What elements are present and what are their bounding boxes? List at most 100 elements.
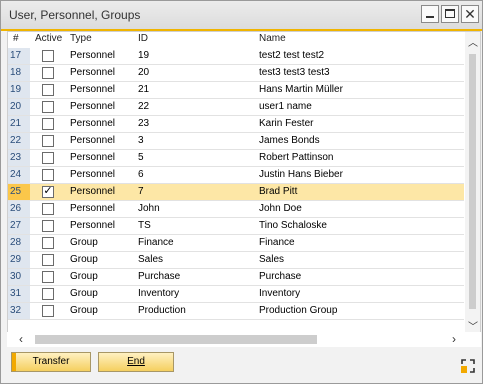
row-number[interactable]: 19 <box>8 82 30 98</box>
table-row[interactable]: 24 Personnel 6 Justin Hans Bieber <box>8 167 464 184</box>
id-cell[interactable]: Purchase <box>138 271 180 282</box>
name-cell[interactable]: Production Group <box>259 305 337 316</box>
row-number[interactable]: 25 <box>8 184 30 200</box>
horizontal-scroll-thumb[interactable] <box>35 335 317 344</box>
id-cell[interactable]: 22 <box>138 101 149 112</box>
id-cell[interactable]: 23 <box>138 118 149 129</box>
id-cell[interactable]: Sales <box>138 254 163 265</box>
table-row[interactable]: 23 Personnel 5 Robert Pattinson <box>8 150 464 167</box>
table-row[interactable]: 22 Personnel 3 James Bonds <box>8 133 464 150</box>
name-cell[interactable]: Purchase <box>259 271 301 282</box>
form-settings-icon[interactable] <box>461 359 475 373</box>
active-checkbox[interactable] <box>42 50 54 62</box>
active-checkbox[interactable] <box>42 288 54 300</box>
id-cell[interactable]: Inventory <box>138 288 179 299</box>
active-checkbox[interactable] <box>42 152 54 164</box>
vertical-scrollbar[interactable]: ︿ ﹀ <box>465 32 480 344</box>
table-row[interactable]: 30 Group Purchase Purchase <box>8 269 464 286</box>
table-row[interactable]: 31 Group Inventory Inventory <box>8 286 464 303</box>
table-row[interactable]: 28 Group Finance Finance <box>8 235 464 252</box>
name-cell[interactable]: user1 name <box>259 101 312 112</box>
scroll-up-icon[interactable]: ︿ <box>468 34 478 49</box>
table-row[interactable]: 32 Group Production Production Group <box>8 303 464 320</box>
id-cell[interactable]: 19 <box>138 50 149 61</box>
scroll-left-icon[interactable]: ‹ <box>19 332 23 346</box>
active-checkbox[interactable] <box>42 67 54 79</box>
name-cell[interactable]: Hans Martin Müller <box>259 84 343 95</box>
active-checkbox[interactable] <box>42 237 54 249</box>
scroll-down-icon[interactable]: ﹀ <box>468 318 478 333</box>
id-cell[interactable]: 7 <box>138 186 144 197</box>
id-cell[interactable]: 20 <box>138 67 149 78</box>
id-cell[interactable]: 6 <box>138 169 144 180</box>
name-cell[interactable]: test2 test test2 <box>259 50 324 61</box>
maximize-icon[interactable] <box>441 5 459 23</box>
name-cell[interactable]: Tino Schaloske <box>259 220 327 231</box>
col-header-active[interactable]: Active <box>35 33 62 44</box>
id-cell[interactable]: 5 <box>138 152 144 163</box>
table-row[interactable]: 27 Personnel TS Tino Schaloske <box>8 218 464 235</box>
active-checkbox[interactable] <box>42 305 54 317</box>
minimize-icon[interactable] <box>421 5 439 23</box>
col-header-num[interactable]: # <box>13 33 19 44</box>
table-row[interactable]: 18 Personnel 20 test3 test3 test3 <box>8 65 464 82</box>
row-number[interactable]: 30 <box>8 269 30 285</box>
name-cell[interactable]: James Bonds <box>259 135 320 146</box>
name-cell[interactable]: Robert Pattinson <box>259 152 334 163</box>
active-checkbox[interactable] <box>42 254 54 266</box>
row-number[interactable]: 28 <box>8 235 30 251</box>
table-row[interactable]: 19 Personnel 21 Hans Martin Müller <box>8 82 464 99</box>
active-checkbox[interactable] <box>42 271 54 283</box>
active-checkbox[interactable] <box>42 169 54 181</box>
end-button[interactable]: End <box>98 352 174 372</box>
col-header-id[interactable]: ID <box>138 33 148 44</box>
name-cell[interactable]: Justin Hans Bieber <box>259 169 343 180</box>
name-cell[interactable]: Inventory <box>259 288 300 299</box>
id-cell[interactable]: Finance <box>138 237 174 248</box>
row-number[interactable]: 20 <box>8 99 30 115</box>
scroll-right-icon[interactable]: › <box>452 332 456 346</box>
id-cell[interactable]: John <box>138 203 160 214</box>
row-number[interactable]: 22 <box>8 133 30 149</box>
active-checkbox[interactable] <box>42 101 54 113</box>
row-number[interactable]: 17 <box>8 48 30 64</box>
name-cell[interactable]: Brad Pitt <box>259 186 297 197</box>
table-row[interactable]: 21 Personnel 23 Karin Fester <box>8 116 464 133</box>
title-bar[interactable]: User, Personnel, Groups ✕ <box>1 1 482 31</box>
active-checkbox[interactable] <box>42 203 54 215</box>
name-cell[interactable]: Sales <box>259 254 284 265</box>
table-row[interactable]: 20 Personnel 22 user1 name <box>8 99 464 116</box>
row-number[interactable]: 31 <box>8 286 30 302</box>
active-checkbox[interactable] <box>42 220 54 232</box>
horizontal-scrollbar[interactable]: ‹ › <box>7 332 481 347</box>
table-row[interactable]: 26 Personnel John John Doe <box>8 201 464 218</box>
row-number[interactable]: 21 <box>8 116 30 132</box>
row-number[interactable]: 29 <box>8 252 30 268</box>
active-checkbox[interactable]: ✓ <box>42 186 54 198</box>
name-cell[interactable]: test3 test3 test3 <box>259 67 330 78</box>
col-header-name[interactable]: Name <box>259 33 286 44</box>
id-cell[interactable]: Production <box>138 305 186 316</box>
row-number[interactable]: 26 <box>8 201 30 217</box>
col-header-type[interactable]: Type <box>70 33 92 44</box>
row-number[interactable]: 24 <box>8 167 30 183</box>
id-cell[interactable]: 3 <box>138 135 144 146</box>
row-number[interactable]: 32 <box>8 303 30 319</box>
row-number[interactable]: 23 <box>8 150 30 166</box>
id-cell[interactable]: 21 <box>138 84 149 95</box>
active-checkbox[interactable] <box>42 84 54 96</box>
table-row[interactable]: 17 Personnel 19 test2 test test2 <box>8 48 464 65</box>
vertical-scroll-thumb[interactable] <box>469 54 476 309</box>
table-row[interactable]: 25 ✓ Personnel 7 Brad Pitt <box>8 184 464 201</box>
name-cell[interactable]: Karin Fester <box>259 118 313 129</box>
name-cell[interactable]: John Doe <box>259 203 302 214</box>
row-number[interactable]: 27 <box>8 218 30 234</box>
close-icon[interactable]: ✕ <box>461 5 479 23</box>
active-checkbox[interactable] <box>42 118 54 130</box>
name-cell[interactable]: Finance <box>259 237 295 248</box>
transfer-button[interactable]: Transfer <box>11 352 91 372</box>
row-number[interactable]: 18 <box>8 65 30 81</box>
id-cell[interactable]: TS <box>138 220 151 231</box>
table-row[interactable]: 29 Group Sales Sales <box>8 252 464 269</box>
active-checkbox[interactable] <box>42 135 54 147</box>
